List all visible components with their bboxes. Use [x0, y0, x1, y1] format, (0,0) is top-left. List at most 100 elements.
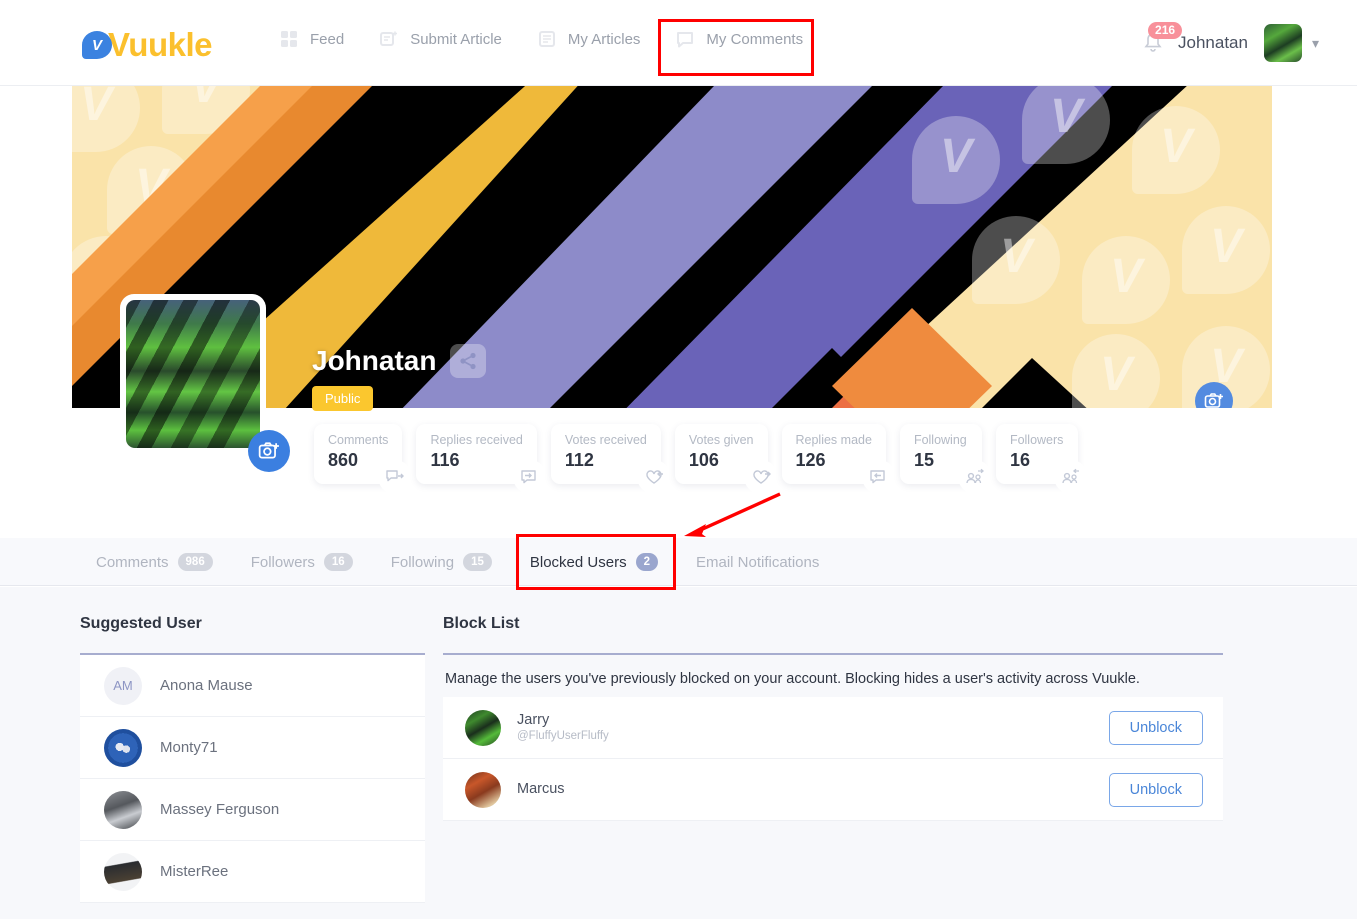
- nav-items: Feed Submit Article My Articles My Comme…: [278, 28, 837, 50]
- tab-badge: 16: [323, 552, 353, 572]
- blocked-user-info: Jarry @FluffyUserFluffy: [517, 711, 1109, 744]
- stat-value: 106: [688, 450, 719, 470]
- unblock-button[interactable]: Unblock: [1108, 772, 1203, 807]
- stat-card-replies-received[interactable]: Replies received 116: [416, 424, 547, 494]
- logo-letter: V: [91, 36, 102, 54]
- stat-card-votes-received[interactable]: Votes received 112: [550, 424, 671, 494]
- suggested-user-name: Anona Mause: [160, 677, 253, 694]
- stat-label: Replies received: [430, 433, 523, 447]
- nav-label-my-comments: My Comments: [706, 30, 804, 48]
- username-label[interactable]: Johnatan: [1178, 33, 1248, 53]
- table-row: Jarry @FluffyUserFluffy Unblock: [443, 697, 1223, 759]
- comment-icon: [674, 28, 696, 50]
- camera-plus-icon: [1204, 393, 1223, 408]
- grid-icon: [278, 28, 300, 50]
- stat-card-followers[interactable]: Followers 16: [995, 424, 1088, 494]
- heart-out-icon: [743, 460, 778, 494]
- visibility-badge: Public: [312, 386, 374, 411]
- blocked-user-name: Jarry: [517, 711, 550, 728]
- stat-card-following[interactable]: Following 15: [899, 424, 992, 494]
- avatar: [465, 709, 501, 746]
- users-in-icon: [1053, 460, 1088, 494]
- list-item[interactable]: Monty71: [80, 717, 425, 779]
- profile-avatar[interactable]: [120, 294, 266, 454]
- tab-label: Email Notifications: [695, 553, 820, 571]
- reply-out-icon: [861, 460, 896, 494]
- main-content: Suggested User AM Anona Mause Monty71 Ma…: [0, 587, 1357, 919]
- logo-bubble-icon: V: [82, 31, 112, 59]
- tab-email-notifications[interactable]: Email Notifications: [696, 538, 819, 586]
- suggested-user-name: MisterRee: [160, 863, 229, 880]
- block-list-title: Block List: [443, 615, 520, 632]
- tab-following[interactable]: Following 15: [391, 538, 492, 586]
- stat-card-votes-given[interactable]: Votes given 106: [674, 424, 778, 494]
- tab-label: Followers: [250, 553, 315, 571]
- submit-article-icon: [378, 28, 400, 50]
- nav-item-feed[interactable]: Feed: [278, 28, 344, 50]
- unblock-button[interactable]: Unblock: [1108, 710, 1203, 745]
- avatar-initials: AM: [113, 678, 133, 693]
- stat-label: Comments: [328, 433, 389, 447]
- block-list-panel: Block List Manage the users you've previ…: [443, 615, 1223, 821]
- tab-badge: 15: [463, 552, 492, 572]
- change-profile-photo-button[interactable]: [248, 430, 290, 472]
- nav-item-my-comments[interactable]: My Comments: [674, 28, 803, 50]
- profile-name: Johnatan: [312, 345, 437, 376]
- nav-item-submit-article[interactable]: Submit Article: [378, 28, 502, 50]
- user-area: 216 Johnatan ▾: [1140, 22, 1319, 62]
- tab-comments[interactable]: Comments 986: [96, 538, 213, 586]
- tab-label: Following: [390, 553, 455, 571]
- stat-label: Followers: [1009, 433, 1064, 447]
- table-row: Marcus Unblock: [443, 759, 1223, 821]
- avatar: [104, 852, 142, 891]
- tab-badge: 2: [635, 552, 658, 572]
- nav-label-my-articles: My Articles: [567, 30, 641, 48]
- nav-label-submit-article: Submit Article: [410, 30, 502, 48]
- annotation-arrow: [684, 492, 781, 537]
- block-list-description: Manage the users you've previously block…: [445, 671, 1140, 687]
- stat-card-replies-made[interactable]: Replies made 126: [781, 424, 896, 494]
- avatar[interactable]: [1263, 24, 1302, 62]
- avatar: [104, 790, 142, 829]
- tab-followers[interactable]: Followers 16: [251, 538, 353, 586]
- users-out-icon: [957, 460, 992, 494]
- list-item[interactable]: AM Anona Mause: [80, 655, 425, 717]
- stat-label: Votes received: [564, 433, 647, 447]
- profile-stats: Comments 860 Replies received 116 Votes …: [314, 424, 1092, 494]
- suggested-user-name: Massey Ferguson: [160, 801, 280, 818]
- share-button[interactable]: [450, 344, 487, 378]
- stat-value: 126: [795, 450, 826, 470]
- stat-label: Votes given: [688, 433, 754, 447]
- notifications-badge: 216: [1148, 22, 1183, 39]
- list-item[interactable]: MisterRee: [80, 841, 425, 903]
- suggested-users-title: Suggested User: [80, 615, 202, 632]
- profile-tabs-bar: Comments 986 Followers 16 Following 15 B…: [0, 534, 1357, 590]
- tab-label: Comments: [96, 553, 169, 571]
- blocked-user-info: Marcus: [517, 780, 1109, 798]
- profile-avatar-image: [126, 300, 260, 448]
- stat-value: 112: [564, 450, 594, 470]
- tab-blocked-users[interactable]: Blocked Users 2: [530, 538, 658, 586]
- logo-text: Vuukle: [108, 26, 212, 63]
- nav-item-my-articles[interactable]: My Articles: [536, 28, 641, 50]
- stat-label: Following: [913, 433, 967, 447]
- camera-plus-icon: [258, 442, 279, 459]
- top-navigation-bar: V Vuukle Feed Submit Article My Articles: [0, 0, 1357, 86]
- profile-name-row: Johnatan: [312, 344, 487, 378]
- heart-in-icon: [636, 460, 671, 494]
- share-icon: [460, 352, 477, 370]
- nav-label-feed: Feed: [310, 30, 345, 48]
- notifications-bell[interactable]: 216: [1140, 22, 1183, 58]
- suggested-users-panel: Suggested User AM Anona Mause Monty71 Ma…: [80, 615, 425, 903]
- vuukle-logo[interactable]: V Vuukle: [82, 26, 212, 64]
- list-item[interactable]: Massey Ferguson: [80, 779, 425, 841]
- chevron-down-icon[interactable]: ▾: [1312, 35, 1319, 52]
- stat-card-comments[interactable]: Comments 860: [314, 424, 413, 494]
- tab-badge: 986: [177, 552, 213, 572]
- blocked-user-name: Marcus: [517, 781, 565, 798]
- avatar: [104, 728, 142, 767]
- comment-arrow-icon: [378, 460, 413, 494]
- blocked-user-handle: @FluffyUserFluffy: [517, 730, 609, 743]
- avatar: AM: [104, 666, 142, 705]
- stat-label: Replies made: [795, 433, 872, 447]
